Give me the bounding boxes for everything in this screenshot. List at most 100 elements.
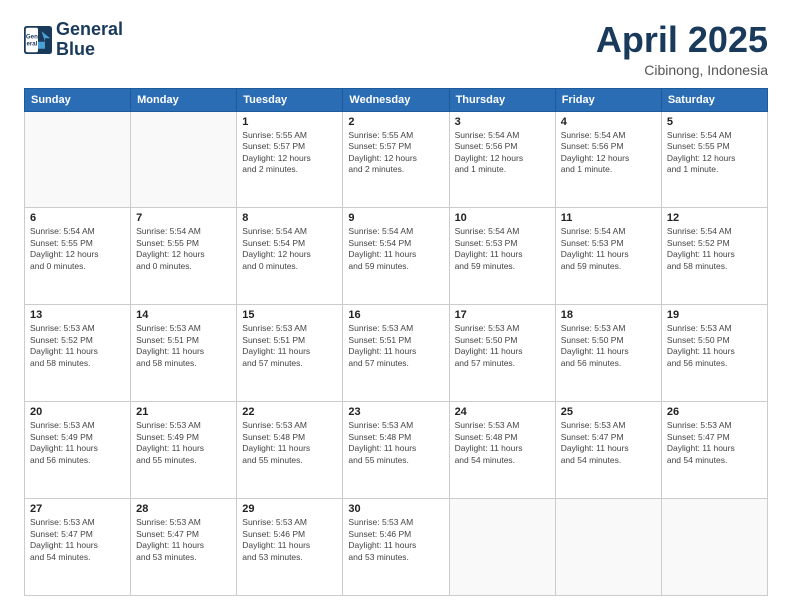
- day-detail: Sunrise: 5:53 AM Sunset: 5:51 PM Dayligh…: [348, 323, 443, 369]
- table-row: 21 Sunrise: 5:53 AM Sunset: 5:49 PM Dayli…: [131, 402, 237, 499]
- calendar-week-row: 20 Sunrise: 5:53 AM Sunset: 5:49 PM Dayli…: [25, 402, 768, 499]
- day-detail: Sunrise: 5:53 AM Sunset: 5:50 PM Dayligh…: [667, 323, 762, 369]
- table-row: 2Sunrise: 5:55 AM Sunset: 5:57 PM Daylig…: [343, 111, 449, 208]
- day-detail: Sunrise: 5:53 AM Sunset: 5:47 PM Dayligh…: [30, 517, 125, 563]
- title-block: April 2025 Cibinong, Indonesia: [596, 20, 768, 78]
- page-header: Gen eral General Blue April 2025 Cibinon…: [24, 20, 768, 78]
- day-number: 14: [136, 309, 231, 321]
- table-row: [555, 499, 661, 596]
- day-detail: Sunrise: 5:53 AM Sunset: 5:49 PM Dayligh…: [30, 420, 125, 466]
- day-number: 30: [348, 503, 443, 515]
- day-detail: Sunrise: 5:54 AM Sunset: 5:55 PM Dayligh…: [136, 226, 231, 272]
- day-number: 15: [242, 309, 337, 321]
- svg-text:eral: eral: [26, 40, 37, 47]
- day-detail: Sunrise: 5:54 AM Sunset: 5:56 PM Dayligh…: [455, 130, 550, 176]
- table-row: 5Sunrise: 5:54 AM Sunset: 5:55 PM Daylig…: [661, 111, 767, 208]
- day-number: 5: [667, 116, 762, 128]
- col-wednesday: Wednesday: [343, 88, 449, 111]
- table-row: [131, 111, 237, 208]
- day-number: 29: [242, 503, 337, 515]
- table-row: 4Sunrise: 5:54 AM Sunset: 5:56 PM Daylig…: [555, 111, 661, 208]
- logo-line2: Blue: [56, 40, 123, 60]
- table-row: 18 Sunrise: 5:53 AM Sunset: 5:50 PM Dayli…: [555, 305, 661, 402]
- day-number: 13: [30, 309, 125, 321]
- day-detail: Sunrise: 5:53 AM Sunset: 5:47 PM Dayligh…: [561, 420, 656, 466]
- day-number: 18: [561, 309, 656, 321]
- table-row: 20 Sunrise: 5:53 AM Sunset: 5:49 PM Dayli…: [25, 402, 131, 499]
- table-row: 30 Sunrise: 5:53 AM Sunset: 5:46 PM Dayli…: [343, 499, 449, 596]
- day-detail: Sunrise: 5:53 AM Sunset: 5:50 PM Dayligh…: [455, 323, 550, 369]
- day-number: 24: [455, 406, 550, 418]
- day-number: 7: [136, 212, 231, 224]
- day-detail: Sunrise: 5:54 AM Sunset: 5:54 PM Dayligh…: [242, 226, 337, 272]
- day-number: 27: [30, 503, 125, 515]
- table-row: 12 Sunrise: 5:54 AM Sunset: 5:52 PM Dayli…: [661, 208, 767, 305]
- day-detail: Sunrise: 5:53 AM Sunset: 5:49 PM Dayligh…: [136, 420, 231, 466]
- day-detail: Sunrise: 5:54 AM Sunset: 5:52 PM Dayligh…: [667, 226, 762, 272]
- day-detail: Sunrise: 5:54 AM Sunset: 5:53 PM Dayligh…: [455, 226, 550, 272]
- day-detail: Sunrise: 5:53 AM Sunset: 5:46 PM Dayligh…: [348, 517, 443, 563]
- day-detail: Sunrise: 5:54 AM Sunset: 5:54 PM Dayligh…: [348, 226, 443, 272]
- table-row: 17 Sunrise: 5:53 AM Sunset: 5:50 PM Dayli…: [449, 305, 555, 402]
- table-row: 22Sunrise: 5:53 AM Sunset: 5:48 PM Dayli…: [237, 402, 343, 499]
- day-number: 25: [561, 406, 656, 418]
- svg-text:Gen: Gen: [26, 33, 38, 40]
- day-detail: Sunrise: 5:53 AM Sunset: 5:51 PM Dayligh…: [136, 323, 231, 369]
- day-number: 3: [455, 116, 550, 128]
- day-number: 2: [348, 116, 443, 128]
- day-number: 12: [667, 212, 762, 224]
- table-row: 3 Sunrise: 5:54 AM Sunset: 5:56 PM Daylig…: [449, 111, 555, 208]
- day-detail: Sunrise: 5:53 AM Sunset: 5:52 PM Dayligh…: [30, 323, 125, 369]
- calendar-table: Sunday Monday Tuesday Wednesday Thursday…: [24, 88, 768, 596]
- table-row: 24 Sunrise: 5:53 AM Sunset: 5:48 PM Dayli…: [449, 402, 555, 499]
- table-row: 10 Sunrise: 5:54 AM Sunset: 5:53 PM Dayli…: [449, 208, 555, 305]
- day-detail: Sunrise: 5:53 AM Sunset: 5:47 PM Dayligh…: [136, 517, 231, 563]
- logo: Gen eral General Blue: [24, 20, 123, 60]
- day-number: 21: [136, 406, 231, 418]
- day-detail: Sunrise: 5:53 AM Sunset: 5:51 PM Dayligh…: [242, 323, 337, 369]
- calendar-week-row: 6 Sunrise: 5:54 AM Sunset: 5:55 PM Daylig…: [25, 208, 768, 305]
- day-detail: Sunrise: 5:53 AM Sunset: 5:48 PM Dayligh…: [242, 420, 337, 466]
- day-number: 11: [561, 212, 656, 224]
- day-detail: Sunrise: 5:55 AM Sunset: 5:57 PM Dayligh…: [242, 130, 337, 176]
- day-detail: Sunrise: 5:54 AM Sunset: 5:55 PM Dayligh…: [30, 226, 125, 272]
- calendar-week-row: 13 Sunrise: 5:53 AM Sunset: 5:52 PM Dayli…: [25, 305, 768, 402]
- day-detail: Sunrise: 5:54 AM Sunset: 5:56 PM Dayligh…: [561, 130, 656, 176]
- col-friday: Friday: [555, 88, 661, 111]
- day-number: 10: [455, 212, 550, 224]
- day-number: 28: [136, 503, 231, 515]
- day-number: 26: [667, 406, 762, 418]
- day-number: 17: [455, 309, 550, 321]
- logo-line1: General: [56, 20, 123, 40]
- col-sunday: Sunday: [25, 88, 131, 111]
- col-tuesday: Tuesday: [237, 88, 343, 111]
- day-number: 6: [30, 212, 125, 224]
- table-row: 29 Sunrise: 5:53 AM Sunset: 5:46 PM Dayli…: [237, 499, 343, 596]
- day-detail: Sunrise: 5:53 AM Sunset: 5:48 PM Dayligh…: [455, 420, 550, 466]
- table-row: 27 Sunrise: 5:53 AM Sunset: 5:47 PM Dayli…: [25, 499, 131, 596]
- table-row: 26 Sunrise: 5:53 AM Sunset: 5:47 PM Dayli…: [661, 402, 767, 499]
- day-detail: Sunrise: 5:53 AM Sunset: 5:47 PM Dayligh…: [667, 420, 762, 466]
- day-number: 20: [30, 406, 125, 418]
- table-row: 9 Sunrise: 5:54 AM Sunset: 5:54 PM Daylig…: [343, 208, 449, 305]
- table-row: 23 Sunrise: 5:53 AM Sunset: 5:48 PM Dayli…: [343, 402, 449, 499]
- col-saturday: Saturday: [661, 88, 767, 111]
- day-number: 23: [348, 406, 443, 418]
- day-number: 8: [242, 212, 337, 224]
- table-row: 19Sunrise: 5:53 AM Sunset: 5:50 PM Dayli…: [661, 305, 767, 402]
- day-number: 9: [348, 212, 443, 224]
- day-detail: Sunrise: 5:53 AM Sunset: 5:50 PM Dayligh…: [561, 323, 656, 369]
- calendar-week-row: 27 Sunrise: 5:53 AM Sunset: 5:47 PM Dayli…: [25, 499, 768, 596]
- table-row: [449, 499, 555, 596]
- month-title: April 2025: [596, 20, 768, 60]
- day-detail: Sunrise: 5:53 AM Sunset: 5:46 PM Dayligh…: [242, 517, 337, 563]
- table-row: 25 Sunrise: 5:53 AM Sunset: 5:47 PM Dayli…: [555, 402, 661, 499]
- table-row: 13 Sunrise: 5:53 AM Sunset: 5:52 PM Dayli…: [25, 305, 131, 402]
- table-row: 14 Sunrise: 5:53 AM Sunset: 5:51 PM Dayli…: [131, 305, 237, 402]
- table-row: 6 Sunrise: 5:54 AM Sunset: 5:55 PM Daylig…: [25, 208, 131, 305]
- table-row: 11Sunrise: 5:54 AM Sunset: 5:53 PM Dayli…: [555, 208, 661, 305]
- calendar-week-row: 1Sunrise: 5:55 AM Sunset: 5:57 PM Daylig…: [25, 111, 768, 208]
- day-detail: Sunrise: 5:53 AM Sunset: 5:48 PM Dayligh…: [348, 420, 443, 466]
- day-number: 16: [348, 309, 443, 321]
- col-thursday: Thursday: [449, 88, 555, 111]
